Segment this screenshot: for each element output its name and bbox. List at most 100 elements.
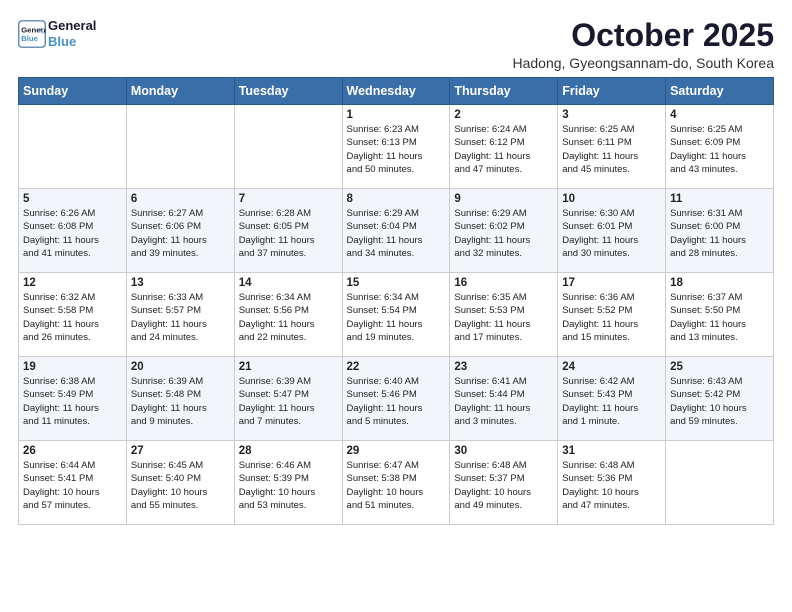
calendar-cell: 6 Sunrise: 6:27 AM Sunset: 6:06 PM Daylig… (126, 189, 234, 273)
day-number: 26 (23, 445, 122, 457)
calendar-cell: 5 Sunrise: 6:26 AM Sunset: 6:08 PM Daylig… (19, 189, 127, 273)
day-number: 2 (454, 109, 553, 121)
day-number: 12 (23, 277, 122, 289)
day-info: Sunrise: 6:32 AM Sunset: 5:58 PM Dayligh… (23, 291, 122, 344)
calendar-cell: 4 Sunrise: 6:25 AM Sunset: 6:09 PM Daylig… (666, 105, 774, 189)
calendar-week-row: 5 Sunrise: 6:26 AM Sunset: 6:08 PM Daylig… (19, 189, 774, 273)
day-number: 22 (347, 361, 446, 373)
calendar-cell (126, 105, 234, 189)
calendar-cell: 29 Sunrise: 6:47 AM Sunset: 5:38 PM Dayli… (342, 441, 450, 525)
calendar-cell: 2Sunrise: 6:24 AM Sunset: 6:12 PM Daylig… (450, 105, 558, 189)
weekday-header: Thursday (450, 78, 558, 105)
calendar-cell: 27 Sunrise: 6:45 AM Sunset: 5:40 PM Dayli… (126, 441, 234, 525)
day-info: Sunrise: 6:38 AM Sunset: 5:49 PM Dayligh… (23, 375, 122, 428)
weekday-header: Friday (558, 78, 666, 105)
calendar-cell: 25Sunrise: 6:43 AM Sunset: 5:42 PM Dayli… (666, 357, 774, 441)
day-number: 8 (347, 193, 446, 205)
day-info: Sunrise: 6:35 AM Sunset: 5:53 PM Dayligh… (454, 291, 553, 344)
calendar-week-row: 1 Sunrise: 6:23 AM Sunset: 6:13 PM Daylig… (19, 105, 774, 189)
day-number: 27 (131, 445, 230, 457)
calendar-cell (19, 105, 127, 189)
day-info: Sunrise: 6:34 AM Sunset: 5:54 PM Dayligh… (347, 291, 446, 344)
day-info: Sunrise: 6:45 AM Sunset: 5:40 PM Dayligh… (131, 459, 230, 512)
day-info: Sunrise: 6:31 AM Sunset: 6:00 PM Dayligh… (670, 207, 769, 260)
day-number: 18 (670, 277, 769, 289)
calendar-cell: 1 Sunrise: 6:23 AM Sunset: 6:13 PM Daylig… (342, 105, 450, 189)
calendar-cell (666, 441, 774, 525)
day-number: 19 (23, 361, 122, 373)
day-number: 31 (562, 445, 661, 457)
day-number: 10 (562, 193, 661, 205)
day-number: 1 (347, 109, 446, 121)
calendar-cell: 31Sunrise: 6:48 AM Sunset: 5:36 PM Dayli… (558, 441, 666, 525)
header: General Blue General Blue October 2025 H… (18, 18, 774, 71)
day-info: Sunrise: 6:37 AM Sunset: 5:50 PM Dayligh… (670, 291, 769, 344)
calendar-cell: 22Sunrise: 6:40 AM Sunset: 5:46 PM Dayli… (342, 357, 450, 441)
day-number: 15 (347, 277, 446, 289)
logo-icon: General Blue (18, 20, 46, 48)
calendar-week-row: 19 Sunrise: 6:38 AM Sunset: 5:49 PM Dayli… (19, 357, 774, 441)
month-title: October 2025 (512, 18, 774, 53)
calendar-cell: 12 Sunrise: 6:32 AM Sunset: 5:58 PM Dayli… (19, 273, 127, 357)
day-number: 4 (670, 109, 769, 121)
day-number: 24 (562, 361, 661, 373)
day-info: Sunrise: 6:29 AM Sunset: 6:04 PM Dayligh… (347, 207, 446, 260)
day-number: 6 (131, 193, 230, 205)
day-info: Sunrise: 6:39 AM Sunset: 5:48 PM Dayligh… (131, 375, 230, 428)
day-info: Sunrise: 6:26 AM Sunset: 6:08 PM Dayligh… (23, 207, 122, 260)
day-info: Sunrise: 6:47 AM Sunset: 5:38 PM Dayligh… (347, 459, 446, 512)
calendar-cell (234, 105, 342, 189)
day-info: Sunrise: 6:23 AM Sunset: 6:13 PM Dayligh… (347, 123, 446, 176)
day-info: Sunrise: 6:25 AM Sunset: 6:09 PM Dayligh… (670, 123, 769, 176)
day-number: 9 (454, 193, 553, 205)
calendar-cell: 16 Sunrise: 6:35 AM Sunset: 5:53 PM Dayli… (450, 273, 558, 357)
day-number: 5 (23, 193, 122, 205)
calendar-cell: 3 Sunrise: 6:25 AM Sunset: 6:11 PM Daylig… (558, 105, 666, 189)
calendar-cell: 15 Sunrise: 6:34 AM Sunset: 5:54 PM Dayli… (342, 273, 450, 357)
weekday-header-row: SundayMondayTuesdayWednesdayThursdayFrid… (19, 78, 774, 105)
weekday-header: Tuesday (234, 78, 342, 105)
calendar-week-row: 26 Sunrise: 6:44 AM Sunset: 5:41 PM Dayli… (19, 441, 774, 525)
calendar-cell: 28Sunrise: 6:46 AM Sunset: 5:39 PM Dayli… (234, 441, 342, 525)
day-number: 16 (454, 277, 553, 289)
calendar-cell: 23 Sunrise: 6:41 AM Sunset: 5:44 PM Dayli… (450, 357, 558, 441)
day-number: 11 (670, 193, 769, 205)
calendar-cell: 9 Sunrise: 6:29 AM Sunset: 6:02 PM Daylig… (450, 189, 558, 273)
day-info: Sunrise: 6:29 AM Sunset: 6:02 PM Dayligh… (454, 207, 553, 260)
day-info: Sunrise: 6:36 AM Sunset: 5:52 PM Dayligh… (562, 291, 661, 344)
day-number: 21 (239, 361, 338, 373)
day-info: Sunrise: 6:43 AM Sunset: 5:42 PM Dayligh… (670, 375, 769, 428)
calendar-cell: 7Sunrise: 6:28 AM Sunset: 6:05 PM Daylig… (234, 189, 342, 273)
day-number: 17 (562, 277, 661, 289)
calendar-cell: 10 Sunrise: 6:30 AM Sunset: 6:01 PM Dayli… (558, 189, 666, 273)
calendar-cell: 14Sunrise: 6:34 AM Sunset: 5:56 PM Dayli… (234, 273, 342, 357)
day-info: Sunrise: 6:25 AM Sunset: 6:11 PM Dayligh… (562, 123, 661, 176)
day-number: 30 (454, 445, 553, 457)
logo-text: General Blue (48, 18, 96, 49)
calendar-cell: 11 Sunrise: 6:31 AM Sunset: 6:00 PM Dayli… (666, 189, 774, 273)
calendar-cell: 24Sunrise: 6:42 AM Sunset: 5:43 PM Dayli… (558, 357, 666, 441)
day-info: Sunrise: 6:34 AM Sunset: 5:56 PM Dayligh… (239, 291, 338, 344)
weekday-header: Monday (126, 78, 234, 105)
title-block: October 2025 Hadong, Gyeongsannam-do, So… (512, 18, 774, 71)
calendar-week-row: 12 Sunrise: 6:32 AM Sunset: 5:58 PM Dayli… (19, 273, 774, 357)
day-number: 20 (131, 361, 230, 373)
day-number: 13 (131, 277, 230, 289)
day-number: 23 (454, 361, 553, 373)
day-info: Sunrise: 6:27 AM Sunset: 6:06 PM Dayligh… (131, 207, 230, 260)
weekday-header: Saturday (666, 78, 774, 105)
calendar-cell: 26 Sunrise: 6:44 AM Sunset: 5:41 PM Dayli… (19, 441, 127, 525)
day-number: 3 (562, 109, 661, 121)
day-info: Sunrise: 6:44 AM Sunset: 5:41 PM Dayligh… (23, 459, 122, 512)
calendar-cell: 17 Sunrise: 6:36 AM Sunset: 5:52 PM Dayli… (558, 273, 666, 357)
svg-text:Blue: Blue (21, 34, 39, 43)
page: General Blue General Blue October 2025 H… (0, 0, 792, 612)
day-number: 28 (239, 445, 338, 457)
day-info: Sunrise: 6:30 AM Sunset: 6:01 PM Dayligh… (562, 207, 661, 260)
day-info: Sunrise: 6:41 AM Sunset: 5:44 PM Dayligh… (454, 375, 553, 428)
calendar-cell: 21 Sunrise: 6:39 AM Sunset: 5:47 PM Dayli… (234, 357, 342, 441)
day-number: 29 (347, 445, 446, 457)
day-info: Sunrise: 6:39 AM Sunset: 5:47 PM Dayligh… (239, 375, 338, 428)
logo: General Blue General Blue (18, 18, 96, 49)
calendar-cell: 30Sunrise: 6:48 AM Sunset: 5:37 PM Dayli… (450, 441, 558, 525)
